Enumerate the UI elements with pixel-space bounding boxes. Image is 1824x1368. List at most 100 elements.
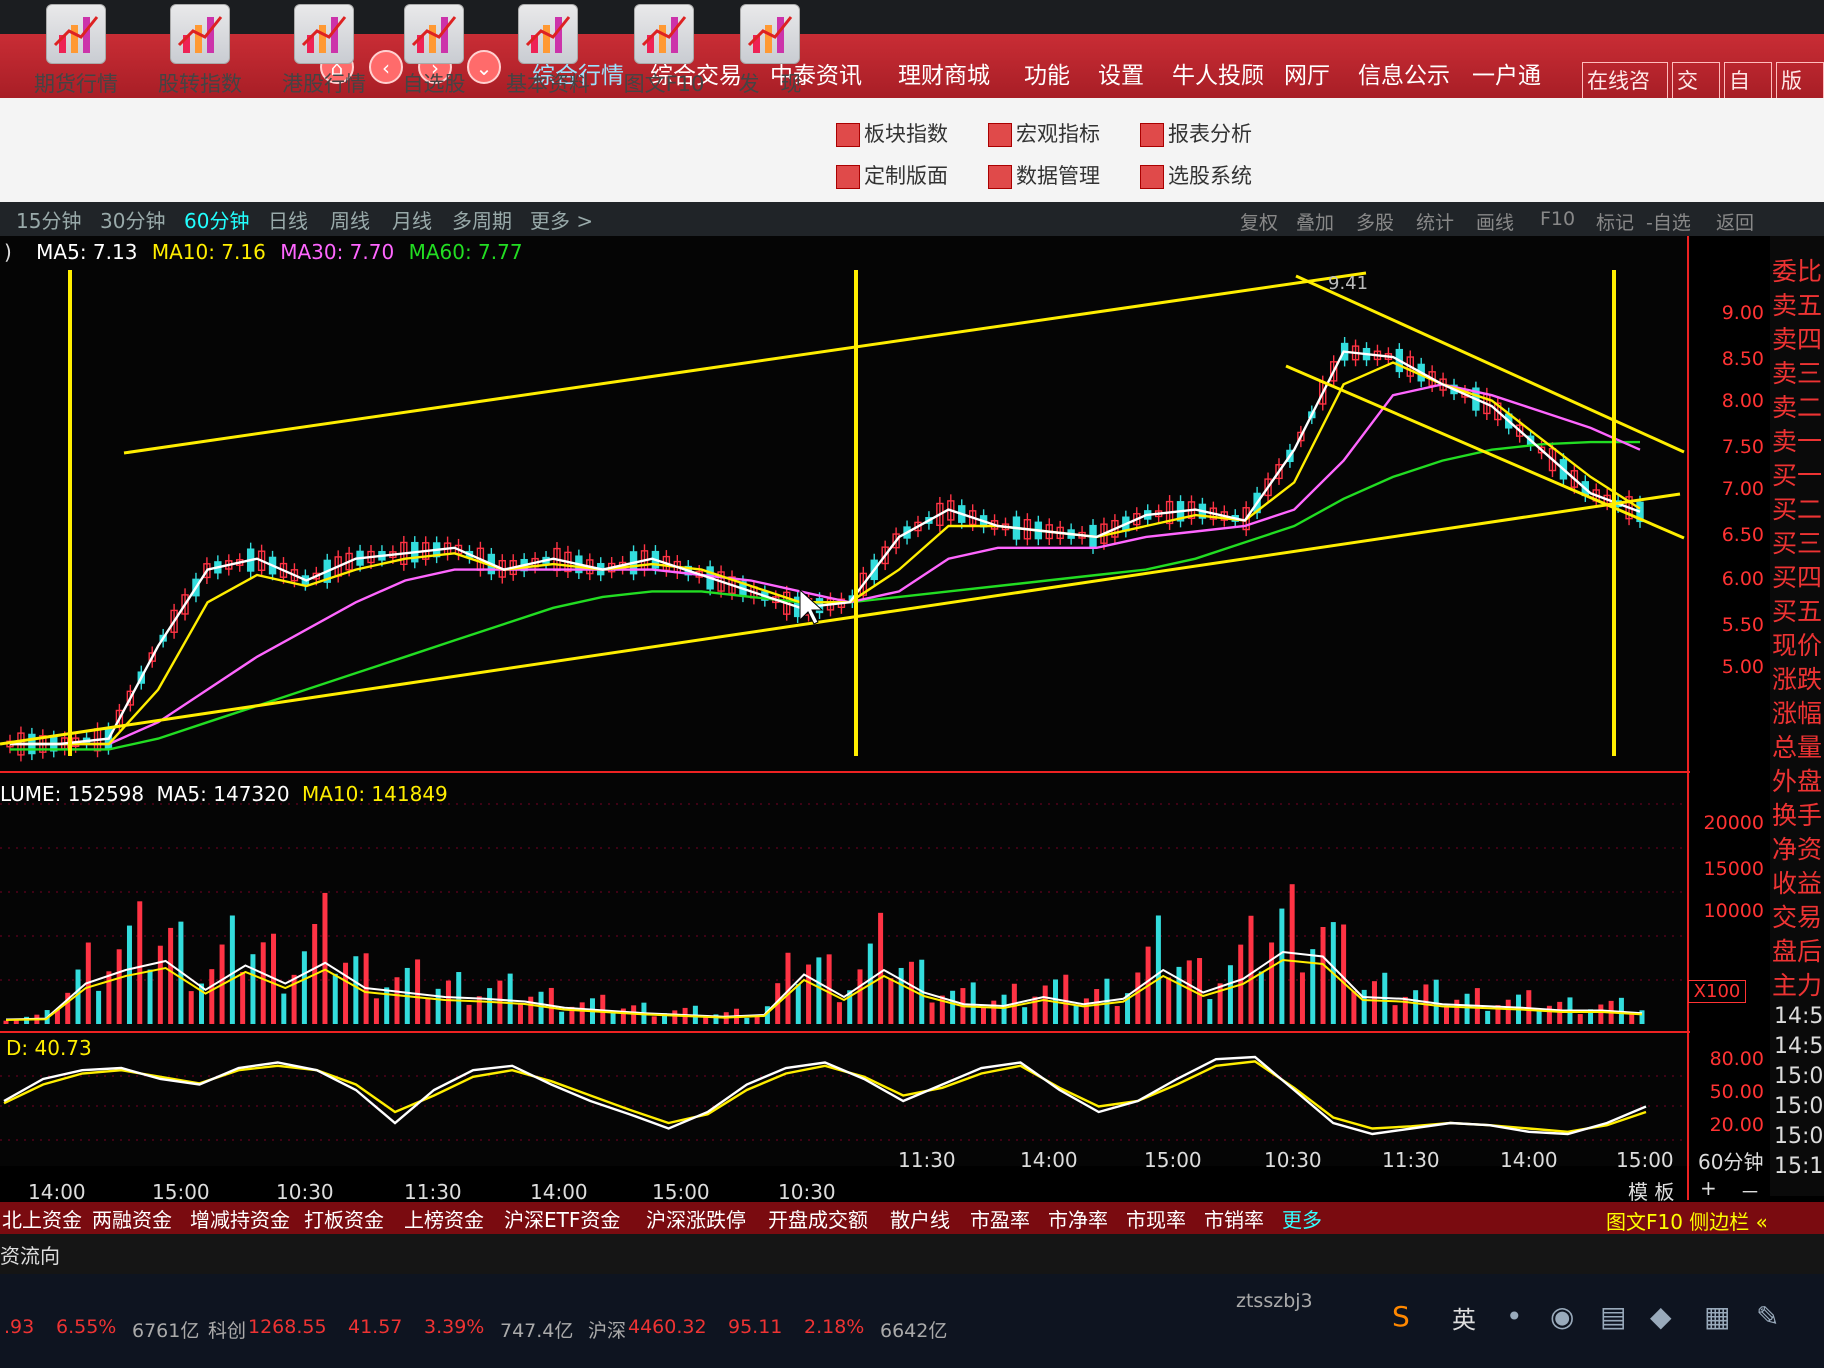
- volume-tick: 15000: [1703, 858, 1764, 880]
- indicator-tab-12[interactable]: 市销率: [1204, 1204, 1264, 1233]
- quote-label-20: 盘后: [1772, 937, 1823, 966]
- side-panel-link[interactable]: 图文F10 侧边栏 «: [1606, 1206, 1768, 1235]
- small-tool-2[interactable]: 宏观指标: [988, 118, 1100, 148]
- menu-item-5[interactable]: 设置: [1098, 56, 1144, 90]
- period-tab-3[interactable]: 日线: [268, 205, 308, 234]
- volume-bar: [950, 990, 956, 1024]
- layout-icon: [836, 165, 860, 189]
- indicator-tab-8[interactable]: 散户线: [890, 1204, 950, 1233]
- tool-5[interactable]: 图文F10: [616, 4, 712, 98]
- tool-2[interactable]: 港股行情: [276, 4, 372, 98]
- menu-item-8[interactable]: 信息公示: [1358, 56, 1450, 90]
- high-price-label: 9.41: [1328, 273, 1369, 294]
- tool-1[interactable]: 股转指数: [152, 4, 248, 98]
- price-tick: 9.00: [1721, 302, 1764, 324]
- volume-bar: [1454, 999, 1460, 1024]
- quote-time-1: 14:5: [1774, 1034, 1824, 1059]
- period-label: 60分钟: [1698, 1150, 1764, 1174]
- indicator-tab-5[interactable]: 沪深ETF资金: [504, 1204, 620, 1233]
- small-tool-1[interactable]: 定制版面: [836, 160, 948, 190]
- zoom-out-button[interactable]: －: [1740, 1176, 1760, 1205]
- volume-bar: [1351, 991, 1357, 1024]
- apps-icon[interactable]: ▦: [1704, 1300, 1730, 1333]
- ma30-line: [10, 383, 1641, 746]
- ime-english-icon[interactable]: 英: [1452, 1300, 1476, 1335]
- volume-bar: [1063, 974, 1069, 1024]
- chart-tool-1[interactable]: 叠加: [1296, 208, 1334, 235]
- volume-bar: [1505, 999, 1511, 1024]
- grid-icon: [836, 123, 860, 147]
- indicator-tab-2[interactable]: 增减持资金: [190, 1204, 290, 1233]
- small-tool-4[interactable]: 报表分析: [1140, 118, 1252, 148]
- indicator-tab-11[interactable]: 市现率: [1126, 1204, 1186, 1233]
- volume-bar: [929, 1002, 935, 1024]
- chart-tool-3[interactable]: 统计: [1416, 208, 1454, 235]
- volume-bar: [1413, 990, 1419, 1024]
- template-button[interactable]: 模 板: [1628, 1176, 1674, 1205]
- volume-bar: [384, 987, 390, 1024]
- chart-tool-8[interactable]: 返回: [1716, 208, 1754, 235]
- indicator-tab-13[interactable]: 更多: [1282, 1204, 1322, 1233]
- small-tool-5[interactable]: 选股系统: [1140, 160, 1252, 190]
- keyboard-icon[interactable]: ▤: [1600, 1300, 1626, 1333]
- period-tab-5[interactable]: 月线: [392, 205, 432, 234]
- tools-icon[interactable]: ✎: [1756, 1300, 1779, 1333]
- menu-item-4[interactable]: 功能: [1024, 56, 1070, 90]
- small-tool-label: 数据管理: [1016, 164, 1100, 188]
- ticker-item: 6761亿: [132, 1320, 200, 1342]
- indicator-tab-7[interactable]: 开盘成交额: [768, 1204, 868, 1233]
- kdj-tick: 20.00: [1709, 1114, 1764, 1136]
- quote-label-18: 收益: [1772, 869, 1823, 898]
- ticker-item: 41.57: [348, 1316, 403, 1338]
- period-tab-1[interactable]: 30分钟: [100, 205, 165, 234]
- menu-item-7[interactable]: 网厅: [1284, 56, 1330, 90]
- menu-item-6[interactable]: 牛人投顾: [1172, 56, 1264, 90]
- punctuation-icon[interactable]: •: [1506, 1300, 1523, 1333]
- quote-label-14: 总量: [1772, 733, 1823, 762]
- indicator-tab-4[interactable]: 上榜资金: [404, 1204, 484, 1233]
- small-tool-3[interactable]: 数据管理: [988, 160, 1100, 190]
- tool-4[interactable]: 基本资料: [500, 4, 596, 98]
- zoom-in-button[interactable]: +: [1700, 1176, 1717, 1200]
- sogou-icon[interactable]: S: [1392, 1300, 1410, 1333]
- chart-tool-7[interactable]: -自选: [1646, 208, 1691, 235]
- chart-tool-5[interactable]: F10: [1540, 208, 1575, 230]
- period-tab-4[interactable]: 周线: [330, 205, 370, 234]
- volume-bar: [1186, 960, 1192, 1024]
- indicator-tab-0[interactable]: 北上资金: [2, 1204, 82, 1233]
- indicator-tab-3[interactable]: 打板资金: [304, 1204, 384, 1233]
- tool-0[interactable]: 期货行情: [28, 4, 124, 98]
- tool-6[interactable]: 发 现: [722, 4, 818, 98]
- skin-icon[interactable]: ◆: [1650, 1300, 1672, 1333]
- tool-label: 基本资料: [506, 72, 590, 96]
- chart-tool-0[interactable]: 复权: [1240, 208, 1278, 235]
- microphone-icon[interactable]: ◉: [1550, 1300, 1574, 1333]
- period-tab-2[interactable]: 60分钟: [184, 205, 249, 234]
- trend-line-channel-bottom: [1285, 364, 1685, 540]
- period-tab-6[interactable]: 多周期: [452, 205, 512, 234]
- volume-bar: [1433, 979, 1439, 1024]
- ma60-legend: MA60: 7.77: [408, 240, 523, 264]
- chart-tool-2[interactable]: 多股: [1356, 208, 1394, 235]
- menu-item-3[interactable]: 理财商城: [898, 56, 990, 90]
- volume-bar: [507, 973, 513, 1024]
- indicator-tab-1[interactable]: 两融资金: [92, 1204, 172, 1233]
- volume-bar: [137, 901, 143, 1024]
- period-tab-0[interactable]: 15分钟: [16, 205, 81, 234]
- menu-item-9[interactable]: 一户通: [1472, 56, 1541, 90]
- indicator-tab-10[interactable]: 市净率: [1048, 1204, 1108, 1233]
- wave-chart-icon: [170, 4, 230, 64]
- time-tick: 14:00: [28, 1180, 86, 1204]
- bar-chart-icon: [294, 4, 354, 64]
- chart-tool-6[interactable]: 标记: [1596, 208, 1634, 235]
- indicator-tab-6[interactable]: 沪深涨跌停: [646, 1204, 746, 1233]
- magnifier-icon: [404, 4, 464, 64]
- chart-tool-4[interactable]: 画线: [1476, 208, 1514, 235]
- quote-label-8: 买三: [1772, 529, 1823, 558]
- small-tool-0[interactable]: 板块指数: [836, 118, 948, 148]
- indicator-tab-9[interactable]: 市盈率: [970, 1204, 1030, 1233]
- filter-icon: [1140, 165, 1164, 189]
- period-tab-7[interactable]: 更多 >: [530, 205, 593, 234]
- tool-3[interactable]: 自选股: [386, 4, 482, 98]
- volume-bar: [980, 1006, 986, 1024]
